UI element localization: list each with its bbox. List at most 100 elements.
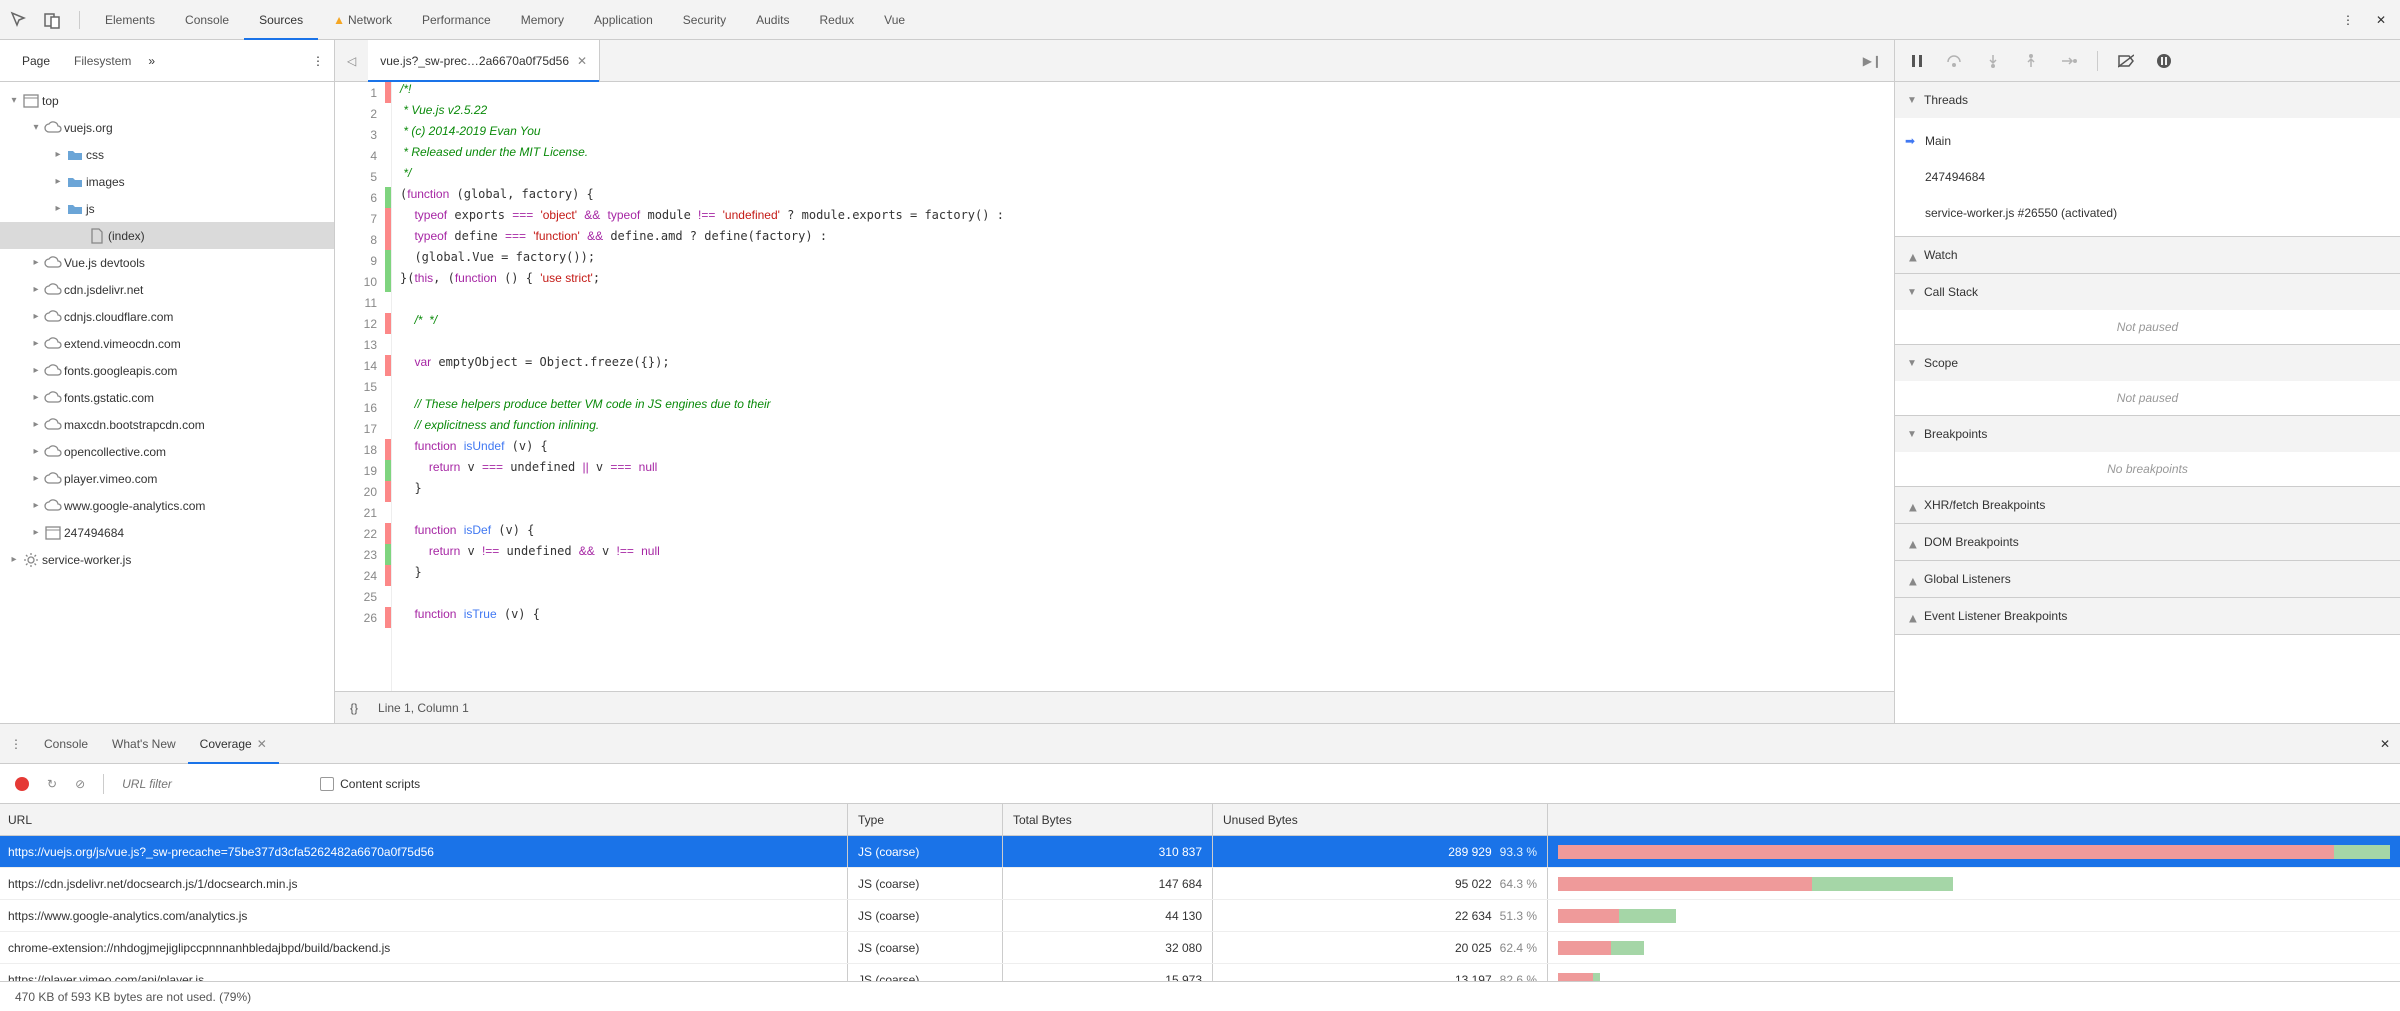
thread-item[interactable]: 247494684 xyxy=(1895,159,2400,195)
tree-item[interactable]: ▸js xyxy=(0,195,334,222)
code-line[interactable]: function isTrue (v) { xyxy=(400,607,1894,628)
drawer-tab-console[interactable]: Console xyxy=(32,724,100,764)
page-tab[interactable]: Page xyxy=(10,40,62,82)
expand-icon[interactable]: ▸ xyxy=(30,446,42,457)
line-number[interactable]: 26 xyxy=(335,611,385,625)
code-line[interactable]: function isDef (v) { xyxy=(400,523,1894,544)
expand-icon[interactable]: ▸ xyxy=(30,284,42,295)
tree-item[interactable]: ▸fonts.gstatic.com xyxy=(0,384,334,411)
line-number[interactable]: 4 xyxy=(335,149,385,163)
line-number[interactable]: 11 xyxy=(335,296,385,310)
line-number[interactable]: 25 xyxy=(335,590,385,604)
tree-item[interactable]: (index) xyxy=(0,222,334,249)
coverage-row[interactable]: chrome-extension://nhdogjmejiglipccpnnna… xyxy=(0,932,2400,964)
tree-item[interactable]: ▸extend.vimeocdn.com xyxy=(0,330,334,357)
line-number[interactable]: 18 xyxy=(335,443,385,457)
tree-item[interactable]: ▸maxcdn.bootstrapcdn.com xyxy=(0,411,334,438)
pause-icon[interactable] xyxy=(1907,51,1927,71)
code-line[interactable]: typeof define === 'function' && define.a… xyxy=(400,229,1894,250)
code-line[interactable]: /* */ xyxy=(400,313,1894,334)
tree-item[interactable]: ▾vuejs.org xyxy=(0,114,334,141)
code-line[interactable] xyxy=(400,586,1894,607)
threads-header[interactable]: ▼Threads xyxy=(1895,82,2400,118)
code-line[interactable]: typeof exports === 'object' && typeof mo… xyxy=(400,208,1894,229)
expand-icon[interactable]: ▸ xyxy=(52,149,64,160)
code-line[interactable]: (function (global, factory) { xyxy=(400,187,1894,208)
tab-application[interactable]: Application xyxy=(579,0,668,40)
coverage-row[interactable]: https://cdn.jsdelivr.net/docsearch.js/1/… xyxy=(0,868,2400,900)
expand-icon[interactable]: ▸ xyxy=(30,500,42,511)
close-tab-icon[interactable]: ✕ xyxy=(577,54,587,68)
tree-item[interactable]: ▸fonts.googleapis.com xyxy=(0,357,334,384)
tree-item[interactable]: ▸www.google-analytics.com xyxy=(0,492,334,519)
line-number[interactable]: 20 xyxy=(335,485,385,499)
line-number[interactable]: 9 xyxy=(335,254,385,268)
expand-icon[interactable]: ▾ xyxy=(30,122,42,133)
drawer-tab-whatsnew[interactable]: What's New xyxy=(100,724,188,764)
url-filter-input[interactable] xyxy=(122,777,302,791)
expand-icon[interactable]: ▸ xyxy=(30,311,42,322)
drawer-more-icon[interactable]: ⋮ xyxy=(10,737,22,751)
line-number[interactable]: 16 xyxy=(335,401,385,415)
total-header[interactable]: Total Bytes xyxy=(1003,804,1213,835)
expand-icon[interactable]: ▸ xyxy=(30,473,42,484)
more-tabs-icon[interactable]: » xyxy=(148,54,155,68)
code-line[interactable]: * (c) 2014-2019 Evan You xyxy=(400,124,1894,145)
close-tab-icon[interactable]: ✕ xyxy=(257,737,267,751)
unused-header[interactable]: Unused Bytes xyxy=(1213,804,1548,835)
thread-item[interactable]: service-worker.js #26550 (activated) xyxy=(1895,195,2400,231)
tree-item[interactable]: ▾top xyxy=(0,87,334,114)
line-number[interactable]: 23 xyxy=(335,548,385,562)
tab-console[interactable]: Console xyxy=(170,0,244,40)
code-line[interactable]: return v !== undefined && v !== null xyxy=(400,544,1894,565)
line-number[interactable]: 5 xyxy=(335,170,385,184)
line-number[interactable]: 6 xyxy=(335,191,385,205)
tab-vue[interactable]: Vue xyxy=(869,0,920,40)
tree-item[interactable]: ▸opencollective.com xyxy=(0,438,334,465)
pretty-print-icon[interactable]: {} xyxy=(350,701,358,715)
code-line[interactable]: // explicitness and function inlining. xyxy=(400,418,1894,439)
code-line[interactable] xyxy=(400,334,1894,355)
expand-icon[interactable]: ▸ xyxy=(30,527,42,538)
more-icon[interactable]: ⋮ xyxy=(2339,11,2357,29)
navigator-more-icon[interactable]: ⋮ xyxy=(312,54,324,68)
coverage-row[interactable]: https://www.google-analytics.com/analyti… xyxy=(0,900,2400,932)
line-number[interactable]: 19 xyxy=(335,464,385,478)
code-line[interactable]: * Released under the MIT License. xyxy=(400,145,1894,166)
line-number[interactable]: 22 xyxy=(335,527,385,541)
line-number[interactable]: 2 xyxy=(335,107,385,121)
code-line[interactable]: /*! xyxy=(400,82,1894,103)
url-header[interactable]: URL xyxy=(0,804,848,835)
expand-icon[interactable]: ▾ xyxy=(8,95,20,106)
tree-item[interactable]: ▸service-worker.js xyxy=(0,546,334,573)
nav-back-icon[interactable]: ◁ xyxy=(347,54,356,68)
tree-item[interactable]: ▸Vue.js devtools xyxy=(0,249,334,276)
code-line[interactable] xyxy=(400,502,1894,523)
code-line[interactable]: var emptyObject = Object.freeze({}); xyxy=(400,355,1894,376)
tab-performance[interactable]: Performance xyxy=(407,0,506,40)
line-number[interactable]: 10 xyxy=(335,275,385,289)
tree-item[interactable]: ▸247494684 xyxy=(0,519,334,546)
expand-icon[interactable]: ▸ xyxy=(30,257,42,268)
deactivate-breakpoints-icon[interactable] xyxy=(2116,51,2136,71)
code-line[interactable] xyxy=(400,292,1894,313)
expand-icon[interactable]: ▸ xyxy=(30,365,42,376)
section-header[interactable]: ▶Global Listeners xyxy=(1895,561,2400,597)
type-header[interactable]: Type xyxy=(848,804,1003,835)
tab-redux[interactable]: Redux xyxy=(804,0,869,40)
line-number[interactable]: 14 xyxy=(335,359,385,373)
line-number[interactable]: 24 xyxy=(335,569,385,583)
section-header[interactable]: ▶Watch xyxy=(1895,237,2400,273)
line-number[interactable]: 1 xyxy=(335,86,385,100)
tab-elements[interactable]: Elements xyxy=(90,0,170,40)
section-header[interactable]: ▼Breakpoints xyxy=(1895,416,2400,452)
coverage-row[interactable]: https://player.vimeo.com/api/player.jsJS… xyxy=(0,964,2400,981)
reload-icon[interactable]: ↻ xyxy=(47,777,57,791)
line-number[interactable]: 12 xyxy=(335,317,385,331)
tab-network[interactable]: ▲Network xyxy=(318,0,407,40)
code-line[interactable]: } xyxy=(400,565,1894,586)
code-line[interactable]: function isUndef (v) { xyxy=(400,439,1894,460)
line-number[interactable]: 17 xyxy=(335,422,385,436)
tree-item[interactable]: ▸player.vimeo.com xyxy=(0,465,334,492)
tab-sources[interactable]: Sources xyxy=(244,0,318,40)
